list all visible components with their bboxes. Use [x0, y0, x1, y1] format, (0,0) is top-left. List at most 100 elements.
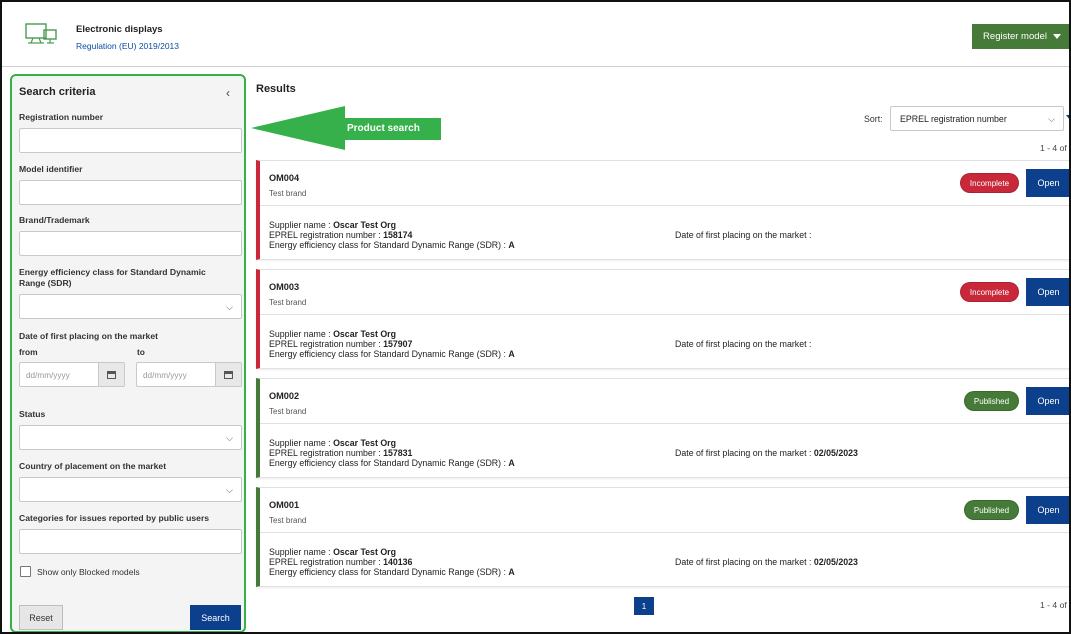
results-title: Results — [256, 83, 296, 95]
model-identifier: OM004 — [269, 173, 300, 183]
brand-label: Brand/Trademark — [19, 215, 90, 225]
brand-input[interactable] — [19, 231, 242, 256]
status-label: Status — [19, 409, 46, 419]
sort-select[interactable]: EPREL registration number ⌵ — [890, 106, 1064, 131]
status-badge: Published — [964, 500, 1019, 520]
registration-label: EPREL registration number : — [269, 230, 384, 240]
energy-class-value: A — [508, 458, 515, 468]
result-card: OM001 Test brand Published Open Supplier… — [256, 487, 1069, 587]
date-from-label: from — [19, 347, 38, 357]
placing-date-label: Date of first placing on the market — [19, 331, 158, 341]
energy-class-label: Energy efficiency class for Standard Dyn… — [269, 240, 509, 250]
energy-class-value: A — [508, 240, 515, 250]
registration-label: EPREL registration number : — [269, 339, 384, 349]
country-select[interactable]: ⌵ — [19, 477, 242, 502]
registration-number-label: Registration number — [19, 112, 104, 122]
supplier-value: Oscar Test Org — [333, 438, 396, 448]
placing-date-label: Date of first placing on the market : — [675, 557, 814, 567]
regulation-link[interactable]: Regulation (EU) 2019/2013 — [76, 41, 179, 51]
energy-class-value: A — [508, 567, 515, 577]
result-card: OM004 Test brand Incomplete Open Supplie… — [256, 160, 1069, 260]
model-identifier-input[interactable] — [19, 180, 242, 205]
card-divider — [260, 423, 1069, 424]
brand-name: Test brand — [269, 516, 307, 525]
supplier-label: Supplier name : — [269, 329, 334, 339]
blocked-models-checkbox[interactable] — [20, 566, 31, 577]
supplier-value: Oscar Test Org — [333, 220, 396, 230]
product-search-callout: Product search — [347, 123, 420, 134]
categories-input[interactable] — [19, 529, 242, 554]
supplier-value: Oscar Test Org — [333, 547, 396, 557]
blocked-models-option[interactable]: Show only Blocked models — [20, 566, 140, 577]
reset-button[interactable]: Reset — [19, 605, 63, 630]
pagination-page-1[interactable]: 1 — [634, 597, 654, 615]
results-count-bottom: 1 - 4 of 4 — [1040, 600, 1071, 610]
date-to-label: to — [137, 347, 145, 357]
energy-class-label: Energy efficiency class for Standard Dyn… — [269, 458, 509, 468]
date-from-calendar-button[interactable] — [98, 363, 124, 386]
register-model-label: Register model — [983, 31, 1047, 42]
date-to-input[interactable]: dd/mm/yyyy — [136, 362, 242, 387]
sort-direction-icon[interactable] — [1066, 115, 1069, 120]
date-to-placeholder: dd/mm/yyyy — [143, 371, 187, 380]
placing-date: Date of first placing on the market : — [675, 339, 811, 349]
date-from-placeholder: dd/mm/yyyy — [26, 371, 70, 380]
supplier-label: Supplier name : — [269, 547, 334, 557]
card-divider — [260, 532, 1069, 533]
sort-label: Sort: — [864, 114, 883, 124]
energy-class-label-line2: Range (SDR) — [19, 278, 72, 288]
open-button[interactable]: Open — [1026, 278, 1069, 306]
placing-date: Date of first placing on the market : — [675, 230, 811, 240]
register-model-button[interactable]: Register model — [972, 24, 1069, 49]
date-from-input[interactable]: dd/mm/yyyy — [19, 362, 125, 387]
chevron-down-icon: ⌵ — [226, 485, 233, 495]
card-details: Supplier name : Oscar Test Org EPREL reg… — [269, 220, 515, 250]
open-button[interactable]: Open — [1026, 387, 1069, 415]
categories-label: Categories for issues reported by public… — [19, 513, 210, 523]
energy-class-label: Energy efficiency class for Standard Dyn… — [269, 349, 509, 359]
placing-date-value: 02/05/2023 — [813, 448, 858, 458]
card-divider — [260, 205, 1069, 206]
date-to-calendar-button[interactable] — [215, 363, 241, 386]
supplier-label: Supplier name : — [269, 438, 334, 448]
model-identifier: OM001 — [269, 500, 300, 510]
collapse-panel-icon[interactable]: ‹ — [226, 86, 230, 100]
calendar-icon — [224, 370, 233, 379]
registration-value: 157831 — [383, 448, 413, 458]
search-button[interactable]: Search — [190, 605, 241, 630]
placing-date-label: Date of first placing on the market : — [675, 230, 812, 240]
energy-class-label: Energy efficiency class for Standard Dyn… — [19, 267, 206, 289]
supplier-value: Oscar Test Org — [333, 329, 396, 339]
energy-class-select[interactable]: ⌵ — [19, 294, 242, 319]
caret-down-icon — [1052, 34, 1061, 39]
app-frame: Electronic displays Regulation (EU) 2019… — [0, 0, 1071, 634]
status-badge: Incomplete — [960, 282, 1019, 302]
registration-value: 140136 — [383, 557, 413, 567]
chevron-down-icon: ⌵ — [226, 433, 233, 443]
card-details: Supplier name : Oscar Test Org EPREL reg… — [269, 329, 515, 359]
registration-label: EPREL registration number : — [269, 557, 384, 567]
placing-date-label: Date of first placing on the market : — [675, 339, 812, 349]
result-card: OM002 Test brand Published Open Supplier… — [256, 378, 1069, 478]
brand-name: Test brand — [269, 298, 307, 307]
placing-date: Date of first placing on the market : 02… — [675, 557, 858, 567]
blocked-models-label: Show only Blocked models — [37, 566, 140, 577]
open-button[interactable]: Open — [1026, 169, 1069, 197]
placing-date-value: 02/05/2023 — [813, 557, 858, 567]
status-badge: Incomplete — [960, 173, 1019, 193]
registration-number-input[interactable] — [19, 128, 242, 153]
card-details: Supplier name : Oscar Test Org EPREL reg… — [269, 438, 515, 468]
model-identifier-label: Model identifier — [19, 164, 83, 174]
status-select[interactable]: ⌵ — [19, 425, 242, 450]
registration-value: 157907 — [383, 339, 413, 349]
model-identifier: OM002 — [269, 391, 300, 401]
monitor-icon — [25, 23, 57, 44]
card-details: Supplier name : Oscar Test Org EPREL reg… — [269, 547, 515, 577]
results-count: 1 - 4 of 4 — [1040, 143, 1071, 153]
country-label: Country of placement on the market — [19, 461, 167, 471]
search-criteria-title: Search criteria — [19, 86, 96, 98]
chevron-down-icon: ⌵ — [226, 302, 233, 312]
open-button[interactable]: Open — [1026, 496, 1069, 524]
brand-name: Test brand — [269, 407, 307, 416]
energy-class-label: Energy efficiency class for Standard Dyn… — [269, 567, 509, 577]
